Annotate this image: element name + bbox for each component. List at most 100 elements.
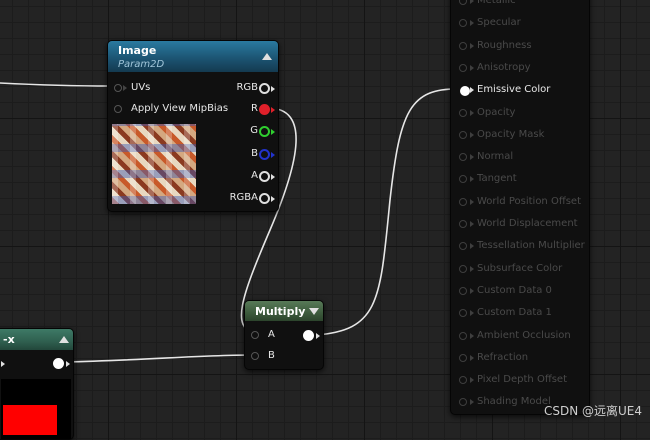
pin-icon[interactable] bbox=[459, 376, 467, 385]
pin-icon[interactable] bbox=[459, 19, 467, 28]
pin-icon[interactable] bbox=[53, 358, 64, 369]
pin-arrow-icon bbox=[66, 361, 70, 367]
input-a[interactable]: A bbox=[245, 329, 285, 343]
output-rgba[interactable]: RGBA bbox=[218, 192, 278, 206]
input-label: B bbox=[268, 350, 275, 361]
material-input-row[interactable]: Emissive Color bbox=[451, 79, 591, 101]
partial-left-node[interactable]: -x bbox=[0, 328, 74, 440]
pin-icon[interactable] bbox=[259, 126, 270, 137]
output-r[interactable]: R bbox=[218, 103, 278, 117]
material-input-label: World Position Offset bbox=[477, 195, 581, 207]
pin-icon[interactable] bbox=[459, 153, 467, 162]
material-input-row[interactable]: World Displacement bbox=[451, 213, 591, 235]
material-input-row[interactable]: Pixel Depth Offset bbox=[451, 369, 591, 391]
pin-icon[interactable] bbox=[459, 242, 467, 251]
image-node-header[interactable]: Image Param2D bbox=[108, 41, 278, 72]
material-result-node[interactable]: Metallic Specular Roughness Anisotropy Emiss… bbox=[450, 0, 590, 415]
material-input-label: World Displacement bbox=[477, 218, 578, 229]
input-uvs[interactable]: UVs bbox=[108, 82, 188, 96]
material-input-row[interactable]: Specular bbox=[451, 12, 591, 34]
pin-icon[interactable] bbox=[459, 286, 467, 295]
pin-icon[interactable] bbox=[459, 63, 467, 72]
material-input-row[interactable]: Metallic bbox=[451, 0, 591, 12]
pin-arrow-icon bbox=[470, 310, 474, 317]
pin-icon[interactable] bbox=[459, 220, 467, 228]
pin-arrow-icon bbox=[470, 377, 474, 384]
material-input-row[interactable]: Tangent bbox=[451, 168, 591, 190]
material-input-row[interactable]: Custom Data 0 bbox=[451, 280, 591, 302]
output-g[interactable]: G bbox=[218, 125, 278, 139]
material-input-label: Custom Data 0 bbox=[477, 284, 552, 296]
input-b[interactable]: B bbox=[245, 350, 285, 364]
pin-arrow-icon bbox=[470, 109, 474, 116]
pin-icon[interactable] bbox=[259, 83, 270, 94]
pin-icon[interactable] bbox=[459, 309, 467, 318]
pin-icon[interactable] bbox=[460, 86, 470, 97]
material-input-row[interactable]: World Position Offset bbox=[451, 191, 591, 213]
output-result[interactable] bbox=[299, 329, 323, 343]
pin-icon[interactable] bbox=[114, 84, 122, 92]
material-input-row[interactable]: Opacity Mask bbox=[451, 124, 591, 146]
pin-icon[interactable] bbox=[259, 171, 270, 182]
pin-icon[interactable] bbox=[459, 331, 467, 340]
pin-icon[interactable] bbox=[259, 149, 270, 160]
image-param2d-node[interactable]: Image Param2D UVs Apply View MipBias RGB… bbox=[107, 40, 279, 212]
pin-icon[interactable] bbox=[303, 330, 314, 341]
pin-icon[interactable] bbox=[459, 353, 467, 362]
output-label: RGB bbox=[236, 82, 258, 93]
pin-icon[interactable] bbox=[259, 193, 270, 204]
pin-arrow-icon bbox=[123, 85, 127, 91]
pin-icon[interactable] bbox=[459, 0, 467, 5]
collapse-arrow-icon[interactable] bbox=[309, 308, 319, 315]
multiply-node[interactable]: Multiply A B bbox=[244, 300, 324, 370]
material-input-row[interactable]: Ambient Occlusion bbox=[451, 325, 591, 347]
material-input-row[interactable]: Roughness bbox=[451, 35, 591, 57]
pin-icon[interactable] bbox=[251, 352, 259, 360]
material-input-row[interactable]: Refraction bbox=[451, 347, 591, 369]
pin-arrow-icon bbox=[470, 42, 474, 49]
material-input-row[interactable]: Custom Data 1 bbox=[451, 302, 591, 324]
image-node-subtitle: Param2D bbox=[118, 59, 165, 70]
watermark: CSDN @远离UE4 bbox=[543, 404, 642, 418]
output-result[interactable] bbox=[0, 357, 73, 371]
multiply-node-header[interactable]: Multiply bbox=[245, 301, 323, 321]
pin-arrow-icon bbox=[470, 198, 474, 205]
pin-icon[interactable] bbox=[114, 105, 122, 113]
output-rgb[interactable]: RGB bbox=[218, 82, 278, 96]
material-input-row[interactable]: Tessellation Multiplier bbox=[451, 235, 591, 257]
pin-icon[interactable] bbox=[251, 331, 259, 339]
pin-arrow-icon bbox=[470, 176, 474, 183]
left-node-header[interactable]: -x bbox=[0, 329, 73, 350]
output-b[interactable]: B bbox=[218, 148, 278, 162]
pin-icon[interactable] bbox=[459, 197, 467, 206]
material-input-label: Specular bbox=[477, 17, 521, 29]
pin-icon[interactable] bbox=[259, 104, 270, 115]
pin-icon[interactable] bbox=[459, 175, 467, 184]
pin-icon[interactable] bbox=[459, 398, 467, 407]
collapse-arrow-icon[interactable] bbox=[262, 53, 272, 60]
material-input-label: Metallic bbox=[477, 0, 516, 6]
pin-icon[interactable] bbox=[459, 108, 467, 117]
pin-arrow-icon bbox=[470, 221, 474, 227]
pin-icon[interactable] bbox=[459, 264, 467, 273]
material-input-label: Ambient Occlusion bbox=[477, 329, 571, 341]
input-label: Apply View MipBias bbox=[131, 103, 229, 114]
pin-arrow-icon bbox=[470, 64, 474, 71]
pin-icon[interactable] bbox=[459, 41, 467, 50]
output-a[interactable]: A bbox=[218, 170, 278, 184]
output-label: R bbox=[251, 103, 258, 114]
material-input-row[interactable]: Anisotropy bbox=[451, 57, 591, 79]
pin-arrow-icon bbox=[470, 243, 474, 250]
material-input-row[interactable]: Opacity bbox=[451, 102, 591, 124]
pin-icon[interactable] bbox=[459, 130, 467, 139]
material-input-label: Subsurface Color bbox=[477, 262, 563, 274]
material-input-label: Emissive Color bbox=[477, 84, 551, 96]
pin-arrow-icon bbox=[271, 107, 275, 113]
material-input-row[interactable]: Normal bbox=[451, 146, 591, 168]
multiply-node-title: Multiply bbox=[255, 305, 306, 318]
color-preview-swatch bbox=[3, 405, 57, 435]
collapse-arrow-icon[interactable] bbox=[59, 336, 69, 343]
image-node-title: Image bbox=[118, 44, 157, 57]
material-input-row[interactable]: Subsurface Color bbox=[451, 258, 591, 280]
material-input-label: Custom Data 1 bbox=[477, 307, 552, 319]
